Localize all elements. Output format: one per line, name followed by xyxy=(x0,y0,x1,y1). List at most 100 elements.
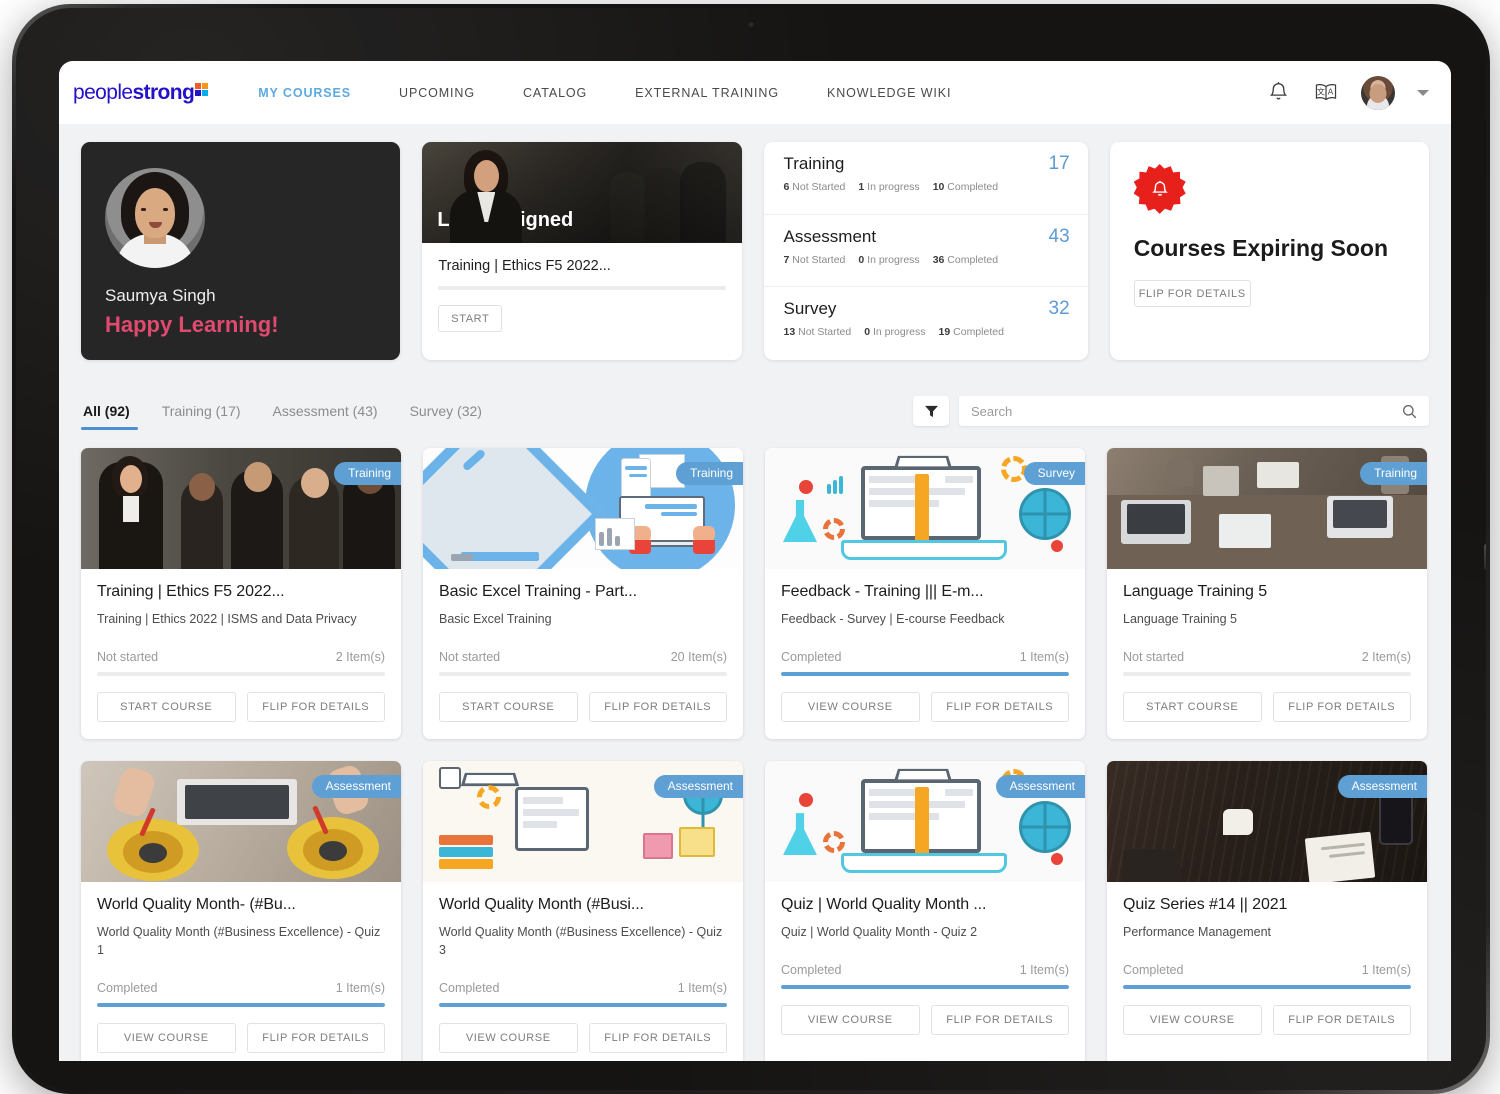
flip-for-details-button[interactable]: FLIP FOR DETAILS xyxy=(1273,1005,1412,1035)
course-title: Basic Excel Training - Part... xyxy=(439,583,727,601)
learning-stats-card: Training 17 6 Not Started 1 In progress … xyxy=(764,142,1088,360)
course-card[interactable]: Assessment World Quality Month- (#Bu... … xyxy=(81,761,401,1061)
course-description: Feedback - Survey | E-course Feedback xyxy=(781,610,1069,628)
view-course-button[interactable]: VIEW COURSE xyxy=(781,1005,920,1035)
stat-count: 43 xyxy=(1049,226,1070,248)
stat-completed-value: 36 xyxy=(933,254,945,266)
search-input[interactable] xyxy=(971,404,1402,419)
bell-icon[interactable] xyxy=(1265,80,1291,106)
flip-for-details-button[interactable]: FLIP FOR DETAILS xyxy=(589,1023,728,1053)
course-card[interactable]: Assessment World Quality Month (#Busi...… xyxy=(423,761,743,1061)
course-card[interactable]: Training Language Training 5 Language Tr… xyxy=(1107,448,1427,739)
course-status: Completed xyxy=(439,981,499,995)
flip-for-details-button[interactable]: FLIP FOR DETAILS xyxy=(1273,692,1412,722)
nav-item-external-training[interactable]: EXTERNAL TRAINING xyxy=(611,86,803,100)
tab-training[interactable]: Training (17) xyxy=(146,403,257,430)
stat-in-progress-value: 1 xyxy=(858,181,864,193)
last-assigned-course-name: Training | Ethics F5 2022... xyxy=(438,258,725,274)
chevron-down-icon[interactable] xyxy=(1417,90,1429,96)
translate-icon[interactable]: 文 A xyxy=(1313,80,1339,106)
svg-text:A: A xyxy=(1328,87,1334,96)
start-course-button[interactable]: START COURSE xyxy=(439,692,578,722)
stat-title: Training xyxy=(784,154,1070,174)
flip-for-details-button[interactable]: FLIP FOR DETAILS xyxy=(589,692,728,722)
search-icon[interactable] xyxy=(1402,404,1417,419)
course-card[interactable]: Assessment Quiz Series #14 || 2021 Perfo… xyxy=(1107,761,1427,1061)
tab-all[interactable]: All (92) xyxy=(81,403,146,430)
stat-in-progress-label: In progress xyxy=(867,181,920,193)
nav-item-upcoming[interactable]: UPCOMING xyxy=(375,86,499,100)
course-item-count: 1 Item(s) xyxy=(678,981,727,995)
course-title: World Quality Month- (#Bu... xyxy=(97,896,385,914)
course-title: Quiz Series #14 || 2021 xyxy=(1123,896,1411,914)
course-card[interactable]: Training Basic Excel Training - Part... … xyxy=(423,448,743,739)
course-status: Completed xyxy=(1123,963,1183,977)
logo-squares-icon xyxy=(195,83,208,96)
filter-toolbar: All (92) Training (17) Assessment (43) S… xyxy=(81,386,1429,430)
flip-for-details-button[interactable]: FLIP FOR DETAILS xyxy=(247,692,386,722)
course-type-badge: Assessment xyxy=(996,775,1085,798)
stat-completed-label: Completed xyxy=(947,181,998,193)
course-item-count: 2 Item(s) xyxy=(336,650,385,664)
power-button[interactable] xyxy=(1484,544,1486,570)
peoplestrong-logo[interactable]: peoplestrong xyxy=(73,81,208,105)
course-title: Language Training 5 xyxy=(1123,583,1411,601)
course-thumbnail: Training xyxy=(423,448,743,569)
view-course-button[interactable]: VIEW COURSE xyxy=(439,1023,578,1053)
flip-for-details-button[interactable]: FLIP FOR DETAILS xyxy=(931,1005,1070,1035)
stat-count: 32 xyxy=(1049,298,1070,320)
top-right-actions: 文 A xyxy=(1265,76,1429,110)
course-title: Feedback - Training ||| E-m... xyxy=(781,583,1069,601)
flip-for-details-button[interactable]: FLIP FOR DETAILS xyxy=(931,692,1070,722)
start-course-button[interactable]: START COURSE xyxy=(1123,692,1262,722)
logo-text-bold: strong xyxy=(132,81,194,104)
course-title: World Quality Month (#Busi... xyxy=(439,896,727,914)
nav-item-my-courses[interactable]: MY COURSES xyxy=(234,86,375,100)
start-button[interactable]: START xyxy=(438,305,502,332)
last-assigned-banner-image: Last Assigned xyxy=(422,142,741,243)
avatar[interactable] xyxy=(1361,76,1395,110)
logo-text-light: people xyxy=(73,81,132,104)
course-item-count: 1 Item(s) xyxy=(336,981,385,995)
course-card[interactable]: Survey Feedback - Training ||| E-m... Fe… xyxy=(765,448,1085,739)
course-status: Completed xyxy=(781,963,841,977)
start-course-button[interactable]: START COURSE xyxy=(97,692,236,722)
course-status: Completed xyxy=(781,650,841,664)
flip-for-details-button[interactable]: FLIP FOR DETAILS xyxy=(247,1023,386,1053)
stat-completed-label: Completed xyxy=(953,326,1004,338)
courses-expiring-card: Courses Expiring Soon FLIP FOR DETAILS xyxy=(1110,142,1429,360)
course-description: World Quality Month (#Business Excellenc… xyxy=(439,923,727,959)
stat-title: Assessment xyxy=(784,227,1070,247)
course-status: Not started xyxy=(1123,650,1184,664)
course-status: Completed xyxy=(97,981,157,995)
app-screen: peoplestrong MY COURSES UPCOMING CATALOG… xyxy=(59,61,1451,1061)
tab-assessment[interactable]: Assessment (43) xyxy=(257,403,394,430)
view-course-button[interactable]: VIEW COURSE xyxy=(1123,1005,1262,1035)
stat-row-survey[interactable]: Survey 32 13 Not Started 0 In progress 1… xyxy=(764,287,1088,360)
view-course-button[interactable]: VIEW COURSE xyxy=(781,692,920,722)
stat-row-training[interactable]: Training 17 6 Not Started 1 In progress … xyxy=(764,142,1088,215)
course-description: Training | Ethics 2022 | ISMS and Data P… xyxy=(97,610,385,628)
stat-not-started-value: 6 xyxy=(784,181,790,193)
search-box[interactable] xyxy=(959,396,1429,426)
course-item-count: 1 Item(s) xyxy=(1020,963,1069,977)
view-course-button[interactable]: VIEW COURSE xyxy=(97,1023,236,1053)
flip-for-details-button[interactable]: FLIP FOR DETAILS xyxy=(1134,280,1251,307)
tab-survey[interactable]: Survey (32) xyxy=(394,403,498,430)
course-description: Language Training 5 xyxy=(1123,610,1411,628)
course-item-count: 2 Item(s) xyxy=(1362,650,1411,664)
course-card[interactable]: Assessment Quiz | World Quality Month ..… xyxy=(765,761,1085,1061)
course-status: Not started xyxy=(97,650,158,664)
stat-row-assessment[interactable]: Assessment 43 7 Not Started 0 In progres… xyxy=(764,215,1088,288)
stat-in-progress-value: 0 xyxy=(864,326,870,338)
filter-icon[interactable] xyxy=(913,396,949,426)
course-status: Not started xyxy=(439,650,500,664)
alert-badge-icon xyxy=(1134,164,1186,216)
nav-item-knowledge-wiki[interactable]: KNOWLEDGE WIKI xyxy=(803,86,975,100)
course-title: Training | Ethics F5 2022... xyxy=(97,583,385,601)
nav-item-catalog[interactable]: CATALOG xyxy=(499,86,611,100)
stat-in-progress-value: 0 xyxy=(858,254,864,266)
tablet-device-frame: peoplestrong MY COURSES UPCOMING CATALOG… xyxy=(12,4,1490,1094)
course-card[interactable]: Training Training | Ethics F5 2022... Tr… xyxy=(81,448,401,739)
stat-title: Survey xyxy=(784,299,1070,319)
